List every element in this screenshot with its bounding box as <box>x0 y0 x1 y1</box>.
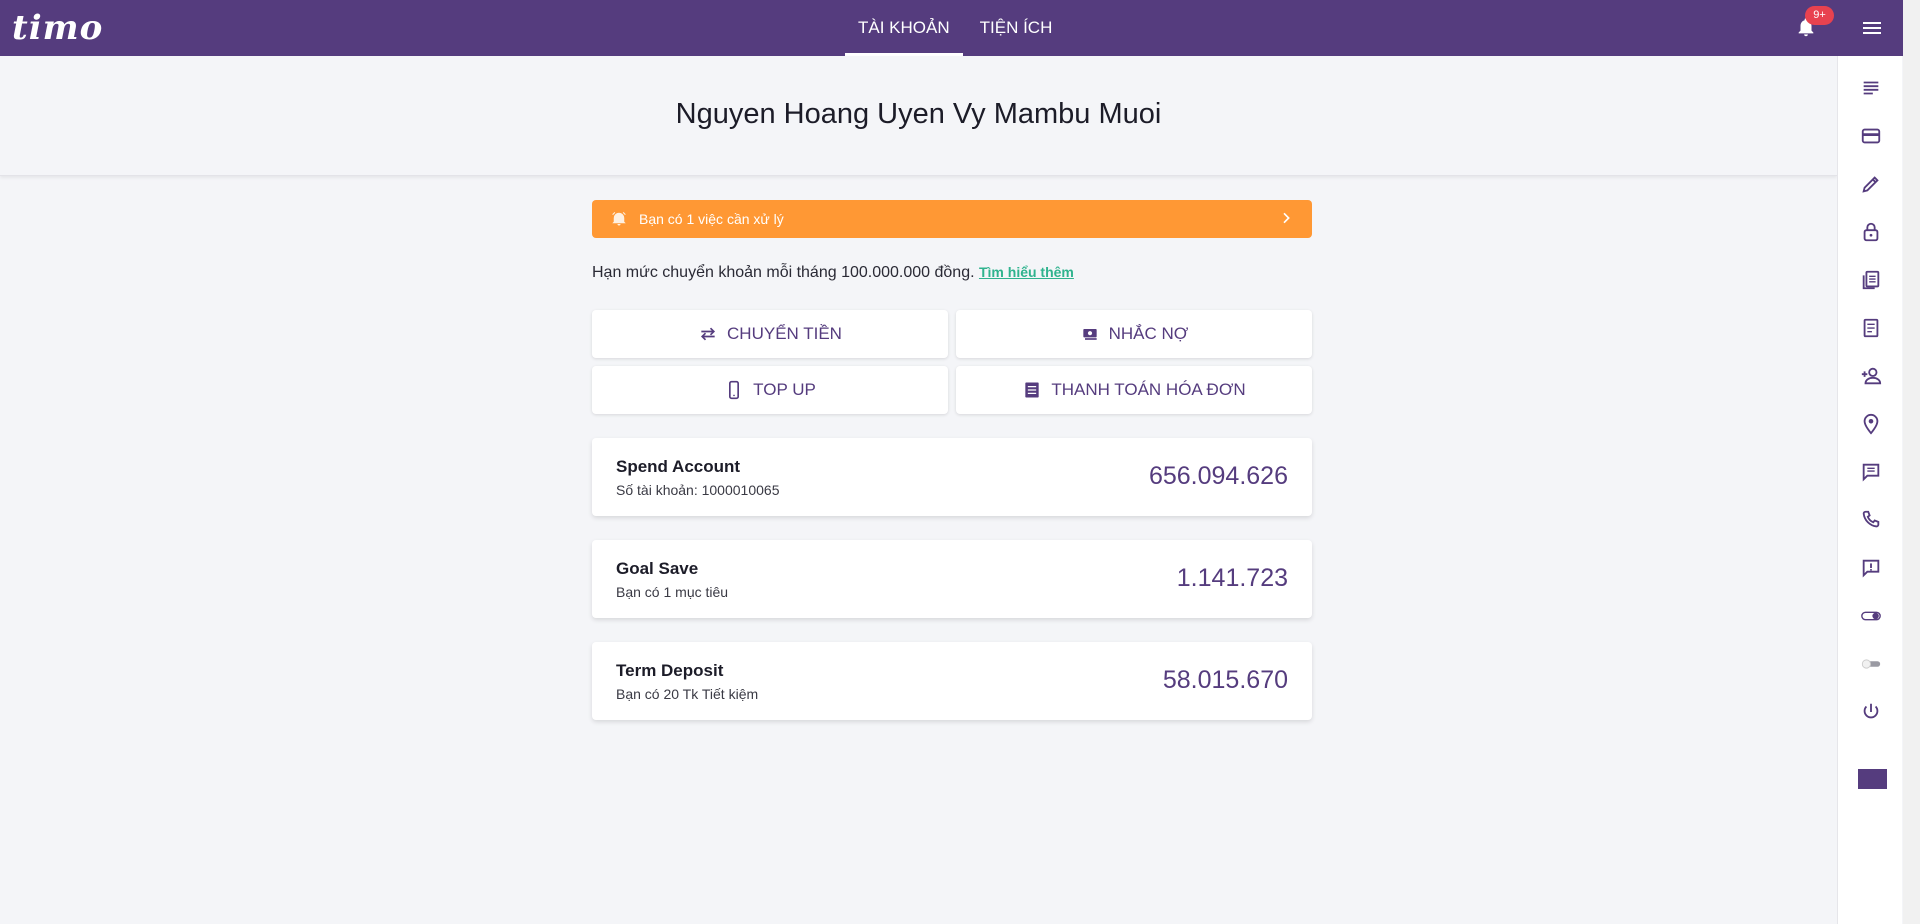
spend-account-card[interactable]: Spend Account Số tài khoản: 1000010065 6… <box>592 438 1312 516</box>
account-balance: 656.094.626 <box>1148 462 1288 490</box>
phone-icon[interactable] <box>1860 509 1882 531</box>
hamburger-menu-icon[interactable] <box>1860 16 1884 40</box>
account-name: Term Deposit <box>616 661 724 680</box>
main-tabs: TÀI KHOẢN TIỆN ÍCH <box>845 0 1069 56</box>
lock-icon[interactable] <box>1860 221 1882 243</box>
chat-icon[interactable] <box>1860 461 1882 483</box>
alert-text: Bạn có 1 việc cần xử lý <box>639 211 784 227</box>
power-icon[interactable] <box>1860 701 1882 723</box>
mobile-phone-icon <box>729 380 740 400</box>
tab-accounts[interactable]: TÀI KHOẢN <box>845 0 963 56</box>
learn-more-link[interactable]: Tìm hiểu thêm <box>979 264 1074 280</box>
pending-task-alert[interactable]: Bạn có 1 việc cần xử lý <box>592 200 1312 238</box>
transfer-limit-text: Hạn mức chuyển khoản mỗi tháng 100.000.0… <box>592 264 1074 282</box>
debt-reminder-button[interactable]: NHẮC NỢ <box>956 310 1312 358</box>
transfer-button[interactable]: CHUYỂN TIỀN <box>592 310 948 358</box>
account-subtitle: Bạn có 20 Tk Tiết kiệm <box>616 686 759 702</box>
transfer-limit-label: Hạn mức chuyển khoản mỗi tháng 100.000.0… <box>592 264 975 281</box>
theme-color-swatch[interactable] <box>1858 769 1887 789</box>
card-icon[interactable] <box>1860 125 1882 147</box>
bill-payment-button[interactable]: THANH TOÁN HÓA ĐƠN <box>956 366 1312 414</box>
account-name: Spend Account <box>616 457 741 476</box>
right-sidebar <box>1837 56 1902 924</box>
notes-icon[interactable] <box>1860 77 1882 99</box>
receipt-icon[interactable] <box>1860 317 1882 339</box>
term-deposit-card[interactable]: Term Deposit Bạn có 20 Tk Tiết kiệm 58.0… <box>592 642 1312 720</box>
transfer-arrows-icon <box>701 327 716 341</box>
documents-icon[interactable] <box>1860 269 1882 291</box>
pencil-icon[interactable] <box>1860 173 1882 195</box>
toggle-off-icon[interactable] <box>1860 653 1882 675</box>
account-number: Số tài khoản: 1000010065 <box>616 482 780 498</box>
bill-payment-label: THANH TOÁN HÓA ĐƠN <box>1051 380 1246 399</box>
feedback-icon[interactable] <box>1860 557 1882 579</box>
timo-logo[interactable]: timo <box>12 8 103 48</box>
chevron-right-icon <box>1283 212 1290 224</box>
tab-utilities[interactable]: TIỆN ÍCH <box>967 0 1066 56</box>
bill-icon <box>1025 382 1039 398</box>
account-balance: 1.141.723 <box>1176 564 1288 592</box>
page-header: Nguyen Hoang Uyen Vy Mambu Muoi <box>0 56 1837 176</box>
account-subtitle: Bạn có 1 mục tiêu <box>616 584 729 600</box>
goal-save-card[interactable]: Goal Save Bạn có 1 mục tiêu 1.141.723 <box>592 540 1312 618</box>
top-up-button[interactable]: TOP UP <box>592 366 948 414</box>
location-pin-icon[interactable] <box>1860 413 1882 435</box>
money-icon <box>1082 329 1097 340</box>
toggle-on-icon[interactable] <box>1860 605 1882 627</box>
alarm-icon <box>612 212 626 226</box>
page-scrollbar[interactable] <box>1903 0 1920 924</box>
debt-reminder-label: NHẮC NỢ <box>1108 324 1189 343</box>
top-navigation-bar: timo TÀI KHOẢN TIỆN ÍCH 9+ <box>0 0 1920 56</box>
top-up-label: TOP UP <box>753 380 816 399</box>
add-person-icon[interactable] <box>1860 365 1882 387</box>
notification-count-badge: 9+ <box>1805 6 1834 25</box>
account-balance: 58.015.670 <box>1162 666 1288 694</box>
account-name: Goal Save <box>616 559 699 578</box>
transfer-label: CHUYỂN TIỀN <box>727 324 842 343</box>
user-name-title: Nguyen Hoang Uyen Vy Mambu Muoi <box>675 98 1162 130</box>
